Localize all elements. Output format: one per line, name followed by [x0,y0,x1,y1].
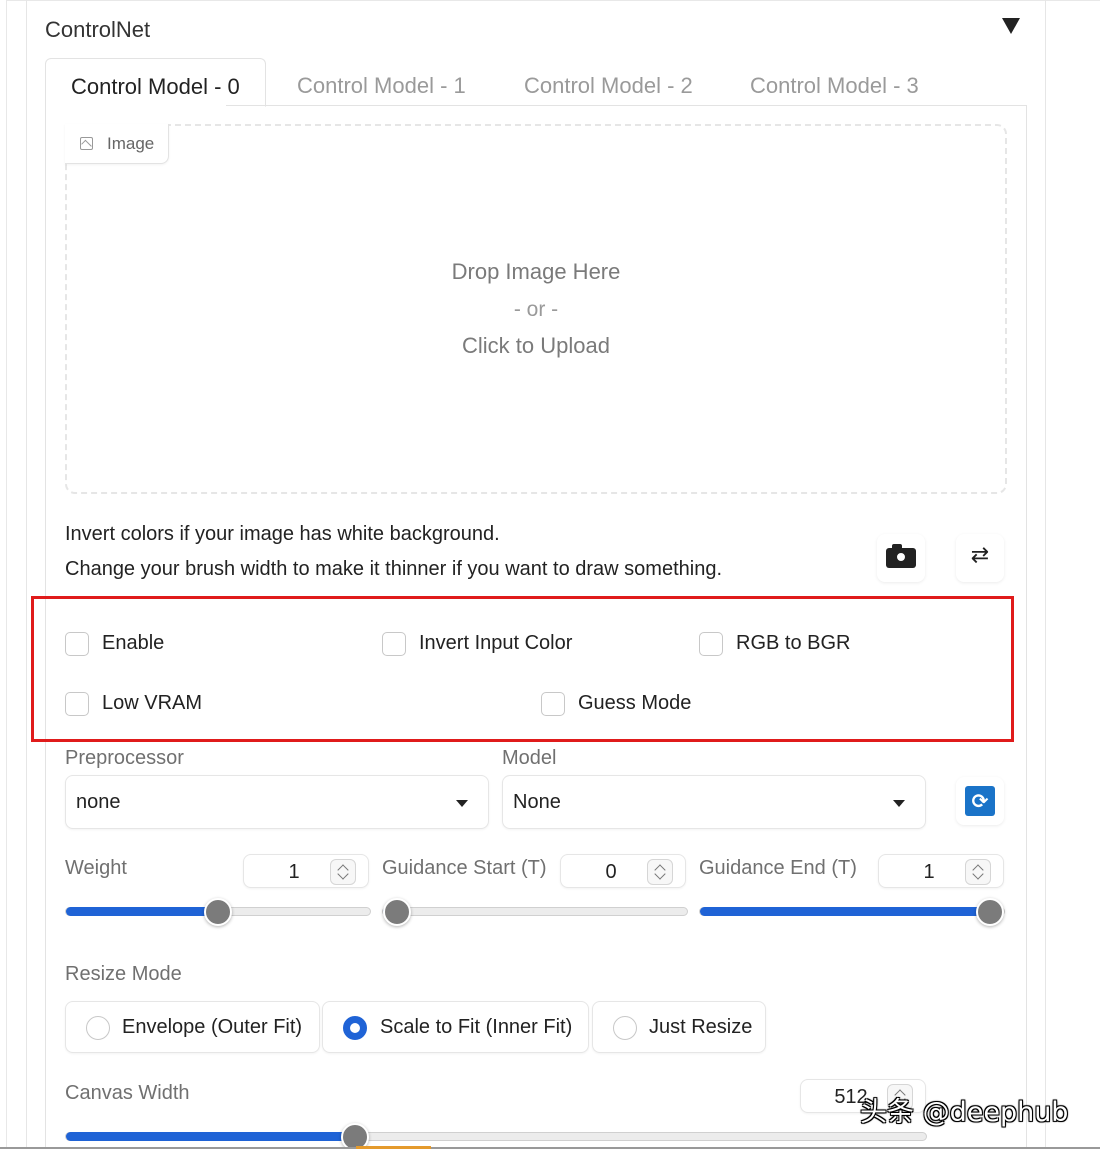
guidance-end-slider[interactable] [699,898,1005,926]
resize-scale-to-fit-label: Scale to Fit (Inner Fit) [380,1016,573,1038]
weight-number-input[interactable]: 1 [243,854,369,888]
guess-mode-label: Guess Mode [578,692,692,714]
invert-input-color-checkbox[interactable] [382,632,406,656]
guidance-start-slider[interactable] [382,898,688,926]
tab-control-model-0[interactable]: Control Model - 0 [45,58,266,107]
guidance-end-number-input[interactable]: 1 [878,854,1004,888]
chevron-down-icon [893,800,905,807]
guidance-start-value: 0 [605,861,617,883]
guidance-end-slider-fill [700,907,990,916]
guidance-start-stepper[interactable] [647,859,673,885]
weight-value: 1 [288,861,300,883]
resize-just-resize-label: Just Resize [649,1016,753,1038]
weight-stepper[interactable] [330,859,356,885]
resize-just-resize-option[interactable]: Just Resize [592,1001,766,1053]
rgb-to-bgr-checkbox[interactable] [699,632,723,656]
control-model-tabs: Control Model - 0 Control Model - 1 Cont… [45,58,1027,108]
weight-slider-handle[interactable] [204,898,232,926]
drop-or-text: - or - [513,298,559,321]
low-vram-checkbox[interactable] [65,692,89,716]
canvas-width-slider[interactable] [65,1123,927,1149]
model-label: Model [502,747,557,769]
chevron-down-icon [456,800,468,807]
preprocessor-label: Preprocessor [65,747,184,769]
weight-slider[interactable] [65,898,371,926]
enable-label: Enable [102,632,165,654]
invert-colors-hint: Invert colors if your image has white ba… [65,523,500,545]
image-icon [80,137,93,150]
highlight-box [31,596,1014,742]
collapse-triangle-icon[interactable] [1002,18,1020,34]
weight-label: Weight [65,857,127,879]
guidance-start-slider-handle[interactable] [383,898,411,926]
image-chip-label: Image [107,134,155,153]
image-label-chip: Image [65,124,169,164]
tab-control-model-1[interactable]: Control Model - 1 [297,58,466,106]
guess-mode-checkbox[interactable] [541,692,565,716]
refresh-models-button[interactable]: ⟳ [956,777,1004,825]
low-vram-label: Low VRAM [102,692,203,714]
model-value: None [513,791,561,813]
weight-slider-fill [66,907,218,916]
guidance-end-slider-handle[interactable] [976,898,1004,926]
brush-width-hint: Change your brush width to make it thinn… [65,558,723,580]
invert-input-color-label: Invert Input Color [419,632,573,654]
resize-scale-to-fit-option[interactable]: Scale to Fit (Inner Fit) [322,1001,589,1053]
resize-mode-label: Resize Mode [65,963,182,985]
canvas-width-slider-fill [66,1132,355,1141]
refresh-icon: ⟳ [965,786,995,816]
click-to-upload-text: Click to Upload [462,333,610,358]
swap-icon: ⇄ [970,543,990,568]
guidance-end-stepper[interactable] [965,859,991,885]
panel-title: ControlNet [45,17,151,42]
tab-control-model-3[interactable]: Control Model - 3 [750,58,919,106]
rgb-to-bgr-label: RGB to BGR [736,632,851,654]
camera-button[interactable] [877,534,925,582]
watermark-text: 头条 @deephub [860,1097,1069,1128]
resize-envelope-label: Envelope (Outer Fit) [122,1016,303,1038]
swap-button[interactable]: ⇄ [956,534,1004,582]
preprocessor-select[interactable]: none [65,775,489,829]
outer-left-border [6,0,7,1149]
guidance-start-number-input[interactable]: 0 [560,854,686,888]
tab-control-model-2[interactable]: Control Model - 2 [524,58,693,106]
guidance-end-value: 1 [923,861,935,883]
canvas-width-label: Canvas Width [65,1082,190,1104]
preprocessor-value: none [76,791,121,813]
resize-scale-to-fit-radio[interactable] [343,1016,367,1040]
guidance-end-label: Guidance End (T) [699,857,857,879]
resize-just-resize-radio[interactable] [613,1016,637,1040]
drop-image-text: Drop Image Here [451,259,621,284]
resize-envelope-radio[interactable] [86,1016,110,1040]
resize-envelope-option[interactable]: Envelope (Outer Fit) [65,1001,320,1053]
guidance-start-label: Guidance Start (T) [382,857,547,879]
enable-checkbox[interactable] [65,632,89,656]
model-select[interactable]: None [502,775,926,829]
